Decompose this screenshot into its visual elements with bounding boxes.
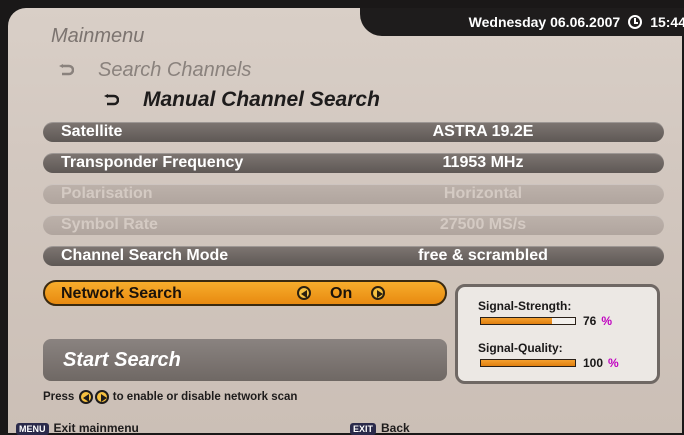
clock-icon — [628, 15, 643, 29]
signal-quality-fill — [481, 360, 575, 366]
setting-value: free & scrambled — [418, 247, 548, 264]
menu-key-icon: MENU — [16, 422, 49, 435]
network-search-value: On — [330, 285, 353, 302]
signal-quality-bar — [480, 359, 576, 367]
menu-screen: Wednesday 06.06.2007 15:44 Mainmenu Sear… — [8, 8, 684, 435]
right-arrow-icon[interactable] — [371, 286, 385, 300]
setting-value: Horizontal — [443, 185, 523, 202]
right-arrow-icon — [94, 390, 109, 404]
signal-strength-readout: 76% — [583, 314, 612, 328]
signal-strength-value: 76 — [583, 314, 597, 328]
network-search-label: Network Search — [61, 285, 182, 302]
percent-unit: % — [601, 314, 613, 328]
setting-symbol-rate: Symbol Rate 27500 MS/s — [43, 215, 664, 235]
setting-label: Satellite — [61, 123, 123, 140]
signal-quality-value: 100 — [583, 356, 604, 370]
breadcrumb-main: Mainmenu — [51, 25, 145, 47]
setting-value: ASTRA 19.2E — [432, 123, 534, 140]
status-bar: Wednesday 06.06.2007 15:44 — [360, 8, 684, 36]
start-search-button[interactable]: Start Search — [43, 339, 447, 381]
breadcrumb-sub: Search Channels — [98, 59, 252, 81]
signal-quality-readout: 100% — [583, 356, 619, 370]
setting-polarisation: Polarisation Horizontal — [43, 184, 664, 204]
network-search-option[interactable]: Network Search On — [43, 280, 447, 306]
hint-suffix: to enable or disable network scan — [112, 391, 298, 404]
date-label: Wednesday 06.06.2007 — [468, 14, 621, 30]
setting-label: Polarisation — [61, 185, 153, 202]
signal-strength-fill — [481, 318, 553, 324]
signal-strength-bar — [480, 317, 576, 325]
percent-unit: % — [608, 356, 619, 370]
left-arrow-icon[interactable] — [297, 286, 311, 300]
signal-panel: Signal-Strength: 76% Signal-Quality: 100… — [455, 284, 660, 384]
help-hint: Press to enable or disable network scan — [43, 390, 297, 404]
setting-value: 27500 MS/s — [439, 216, 527, 233]
exit-key-icon: EXIT — [350, 422, 377, 435]
return-arrow-icon — [59, 64, 74, 76]
left-arrow-icon — [78, 390, 93, 404]
time-label: 15:44 — [650, 14, 684, 30]
page-title: Manual Channel Search — [143, 88, 380, 111]
setting-satellite[interactable]: Satellite ASTRA 19.2E — [43, 122, 664, 142]
hint-prefix: Press — [43, 391, 75, 404]
signal-strength-label: Signal-Strength: — [478, 299, 572, 313]
setting-label: Symbol Rate — [61, 216, 158, 233]
setting-value: 11953 MHz — [442, 154, 524, 171]
setting-channel-search-mode[interactable]: Channel Search Mode free & scrambled — [43, 246, 664, 266]
setting-label: Channel Search Mode — [61, 247, 229, 264]
signal-quality-label: Signal-Quality: — [478, 341, 563, 355]
start-search-label: Start Search — [63, 349, 181, 371]
setting-label: Transponder Frequency — [61, 154, 244, 171]
setting-transponder-frequency[interactable]: Transponder Frequency 11953 MHz — [43, 153, 664, 173]
return-arrow-icon — [104, 94, 119, 106]
